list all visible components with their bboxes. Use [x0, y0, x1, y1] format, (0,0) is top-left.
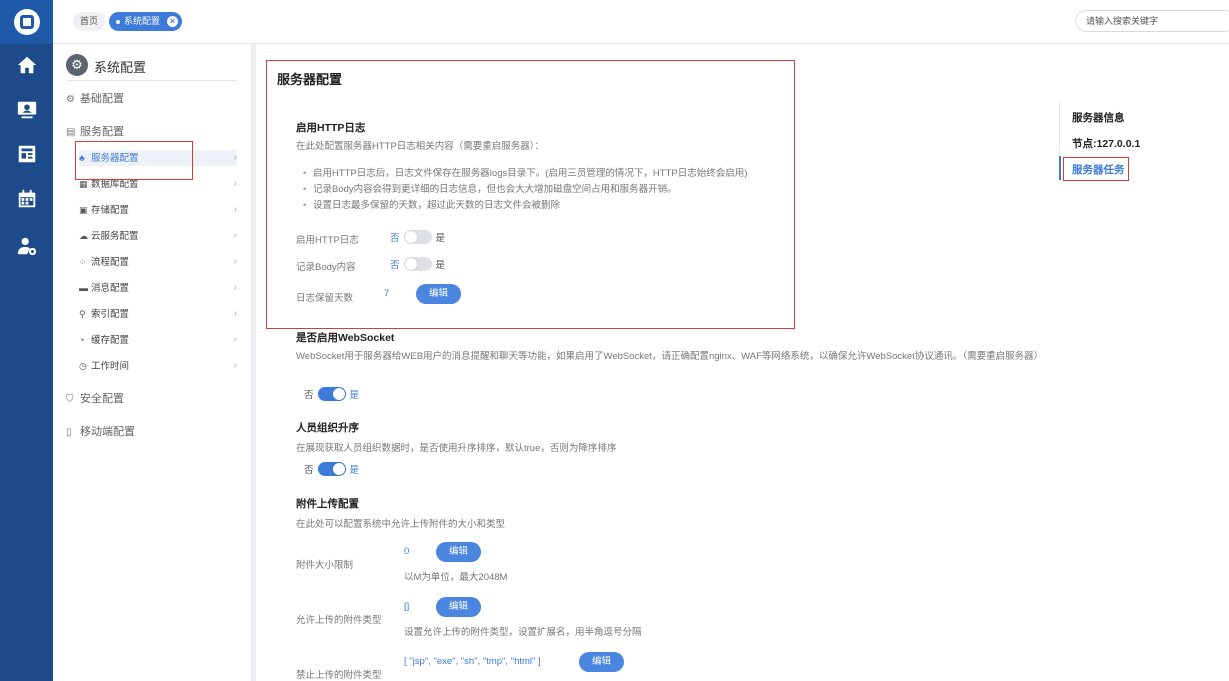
- sidebar-item-label: 工作时间: [91, 361, 130, 372]
- toggle-yes-label: 是: [349, 465, 360, 476]
- sidebar-group-label: 移动端配置: [80, 426, 135, 438]
- shield-icon: ⛉: [66, 394, 74, 405]
- sidebar-item-message-config[interactable]: ▬ 消息配置 ›: [79, 280, 237, 296]
- sidebar-title-text: 系统配置: [94, 60, 147, 75]
- sidebar-group-label: 服务配置: [80, 126, 124, 138]
- size-limit-hint: 以M为单位，最大2048M: [404, 572, 508, 583]
- size-limit-value: 0: [404, 546, 410, 557]
- cache-icon: ◔: [79, 335, 85, 345]
- sidebar-item-flow-config[interactable]: ⁘ 流程配置 ›: [79, 254, 237, 270]
- flow-icon: ⁘: [79, 257, 87, 267]
- tab-system-config[interactable]: 系统配置 ×: [109, 12, 183, 31]
- main-content: 服务器配置 启用HTTP日志 在此处配置服务器HTTP日志相关内容（需要重启服务…: [256, 44, 1229, 681]
- chevron-right-icon: ›: [233, 308, 237, 319]
- cloud-icon: ☁: [79, 231, 88, 241]
- org-sort-desc: 在展现获取人员组织数据时，是否使用升序排序，默认true，否则为降序排序: [296, 443, 617, 454]
- chevron-right-icon: ›: [233, 152, 237, 163]
- org-sort-toggle[interactable]: 否 是: [304, 462, 359, 476]
- sidebar-item-label: 流程配置: [91, 257, 130, 268]
- sidebar-item-label: 云服务配置: [91, 231, 139, 242]
- search-input[interactable]: 请输入搜索关键字: [1075, 10, 1229, 32]
- sidebar-group-security[interactable]: ⛉ 安全配置: [66, 390, 124, 406]
- highlight-box-server-tasks: [1063, 157, 1129, 181]
- forbidden-types-value: [ "jsp", "exe", "sh", "tmp", "html" ]: [404, 656, 541, 667]
- gear-icon: ⚙: [66, 54, 88, 76]
- monitor-icon[interactable]: [16, 99, 38, 121]
- top-bar: 首页 系统配置 × 请输入搜索关键字: [53, 0, 1229, 44]
- sidebar-item-cache-config[interactable]: ◔ 缓存配置 ›: [79, 332, 237, 348]
- sidebar-item-label: 索引配置: [91, 309, 130, 320]
- sidebar-title: ⚙ 系统配置: [66, 53, 238, 81]
- tab-system-config-label: 系统配置: [124, 16, 161, 26]
- attachment-desc: 在此处可以配置系统中允许上传附件的大小和类型: [296, 519, 506, 530]
- websocket-desc: WebSocket用于服务器给WEB用户的消息提醒和聊天等功能，如果启用了Web…: [296, 351, 1044, 362]
- server-node: 节点:127.0.0.1: [1072, 138, 1141, 150]
- toggle-knob: [332, 463, 345, 475]
- gear-icon: ⚙: [66, 94, 75, 105]
- edit-size-limit-button[interactable]: 编辑: [436, 542, 481, 562]
- toggle-no-label: 否: [304, 390, 314, 401]
- active-dot-icon: [116, 19, 120, 24]
- highlight-box-http-log: [266, 60, 795, 329]
- highlight-box-sidebar: [75, 141, 193, 180]
- edit-allowed-types-button[interactable]: 编辑: [436, 597, 481, 617]
- sidebar-item-work-time[interactable]: ◷ 工作时间 ›: [79, 358, 237, 374]
- mobile-icon: ▯: [66, 427, 72, 438]
- chevron-right-icon: ›: [233, 282, 237, 293]
- sidebar-item-label: 缓存配置: [91, 335, 130, 346]
- sidebar-group-basic[interactable]: ⚙ 基础配置: [66, 90, 124, 106]
- size-limit-label: 附件大小限制: [296, 560, 354, 571]
- storage-icon: ▣: [79, 205, 88, 215]
- toggle-knob: [332, 388, 345, 400]
- toggle-yes-label: 是: [349, 390, 360, 401]
- tab-home[interactable]: 首页: [73, 12, 106, 31]
- sidebar-item-storage-config[interactable]: ▣ 存储配置 ›: [79, 202, 237, 218]
- toggle-switch[interactable]: [317, 387, 346, 401]
- sidebar-group-label: 安全配置: [80, 393, 124, 405]
- chevron-right-icon: ›: [233, 334, 237, 345]
- sidebar-item-index-config[interactable]: ⚲ 索引配置 ›: [79, 306, 237, 322]
- chevron-right-icon: ›: [233, 204, 237, 215]
- chevron-right-icon: ›: [233, 256, 237, 267]
- allowed-types-value: []: [404, 601, 410, 612]
- chevron-right-icon: ›: [233, 230, 237, 241]
- server-icon: ▤: [66, 127, 76, 138]
- close-tab-icon[interactable]: ×: [167, 16, 179, 27]
- attachment-heading: 附件上传配置: [296, 498, 359, 510]
- sidebar-group-service[interactable]: ▤ 服务配置: [66, 123, 124, 139]
- home-icon[interactable]: [16, 54, 38, 76]
- sidebar-item-label: 存储配置: [91, 205, 130, 216]
- user-settings-icon[interactable]: [16, 235, 38, 257]
- settings-sidebar: ⚙ 系统配置 ⚙ 基础配置 ▤ 服务配置 ♣ 服务器配置 › ▦ 数据库配置 › ▣ 存储配置…: [53, 44, 251, 681]
- sidebar-item-cloud-config[interactable]: ☁ 云服务配置 ›: [79, 228, 237, 244]
- allowed-types-label: 允许上传的附件类型: [296, 615, 382, 626]
- search-placeholder: 请输入搜索关键字: [1086, 16, 1159, 26]
- calendar-icon[interactable]: [16, 188, 38, 210]
- sidebar-group-mobile[interactable]: ▯ 移动端配置: [66, 423, 135, 439]
- sidebar-item-label: 数据库配置: [91, 179, 139, 190]
- active-indicator: [1059, 156, 1061, 180]
- logo-icon[interactable]: [0, 0, 53, 44]
- server-info-title: 服务器信息: [1072, 112, 1125, 124]
- sidebar-item-label: 消息配置: [91, 283, 130, 294]
- chevron-right-icon: ›: [233, 360, 237, 371]
- tab-home-label: 首页: [80, 16, 99, 26]
- sidebar-group-label: 基础配置: [80, 93, 124, 105]
- toggle-no-label: 否: [304, 465, 314, 476]
- search-icon: ⚲: [79, 309, 86, 319]
- message-icon: ▬: [79, 283, 88, 293]
- org-sort-heading: 人员组织升序: [296, 422, 359, 434]
- websocket-toggle[interactable]: 否 是: [304, 387, 359, 401]
- allowed-types-hint: 设置允许上传的附件类型，设置扩展名，用半角逗号分隔: [404, 627, 642, 638]
- news-icon[interactable]: [16, 143, 38, 165]
- app-rail: [0, 0, 53, 681]
- edit-forbidden-types-button[interactable]: 编辑: [579, 652, 624, 672]
- toggle-switch[interactable]: [317, 462, 346, 476]
- chevron-right-icon: ›: [233, 178, 237, 189]
- clock-icon: ◷: [79, 361, 87, 371]
- websocket-heading: 是否启用WebSocket: [296, 332, 395, 344]
- forbidden-types-label: 禁止上传的附件类型: [296, 670, 382, 681]
